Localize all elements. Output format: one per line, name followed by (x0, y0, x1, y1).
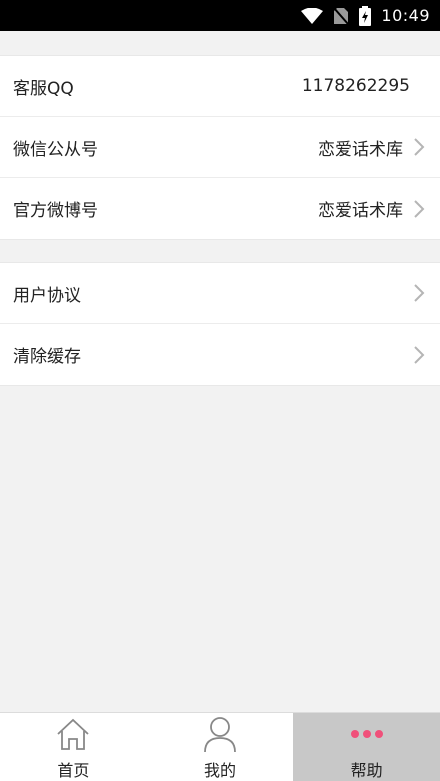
user-icon (202, 715, 238, 753)
chevron-right-icon (413, 345, 427, 365)
row-weibo-account[interactable]: 官方微博号 恋爱话术库 (0, 178, 440, 239)
chevron-right-icon (413, 137, 427, 157)
battery-charging-icon (359, 5, 372, 26)
row-label: 用户协议 (13, 285, 81, 306)
row-clear-cache[interactable]: 清除缓存 (0, 324, 440, 385)
no-sim-icon (333, 6, 350, 25)
status-time: 10:49 (381, 6, 430, 25)
row-wechat-account[interactable]: 微信公从号 恋爱话术库 (0, 117, 440, 178)
tab-home[interactable]: 首页 (0, 713, 147, 781)
row-label: 微信公从号 (13, 139, 98, 160)
misc-group: 用户协议 清除缓存 (0, 262, 440, 386)
row-value: 1178262295 (301, 76, 410, 96)
more-dots-icon (349, 715, 385, 753)
row-user-agreement[interactable]: 用户协议 (0, 263, 440, 324)
row-value: 恋爱话术库 (318, 139, 403, 160)
contact-group: 客服QQ 1178262295 微信公从号 恋爱话术库 官方微博号 恋爱话术库 (0, 55, 440, 240)
chevron-right-icon (413, 283, 427, 303)
row-value: 恋爱话术库 (318, 201, 403, 221)
row-customer-qq[interactable]: 客服QQ 1178262295 (0, 56, 440, 117)
tab-label: 帮助 (350, 761, 383, 780)
wifi-icon (301, 7, 324, 24)
row-label: 官方微博号 (13, 201, 98, 221)
tab-label: 首页 (57, 761, 90, 780)
row-label: 清除缓存 (13, 347, 81, 367)
tab-label: 我的 (204, 761, 237, 780)
tab-mine[interactable]: 我的 (147, 713, 294, 781)
home-icon (55, 715, 91, 753)
status-bar: 10:49 (0, 0, 440, 31)
chevron-right-icon (413, 199, 427, 219)
bottom-tab-bar: 首页 我的 帮助 (0, 712, 440, 781)
row-label: 客服QQ (13, 78, 74, 99)
tab-help[interactable]: 帮助 (293, 713, 440, 781)
